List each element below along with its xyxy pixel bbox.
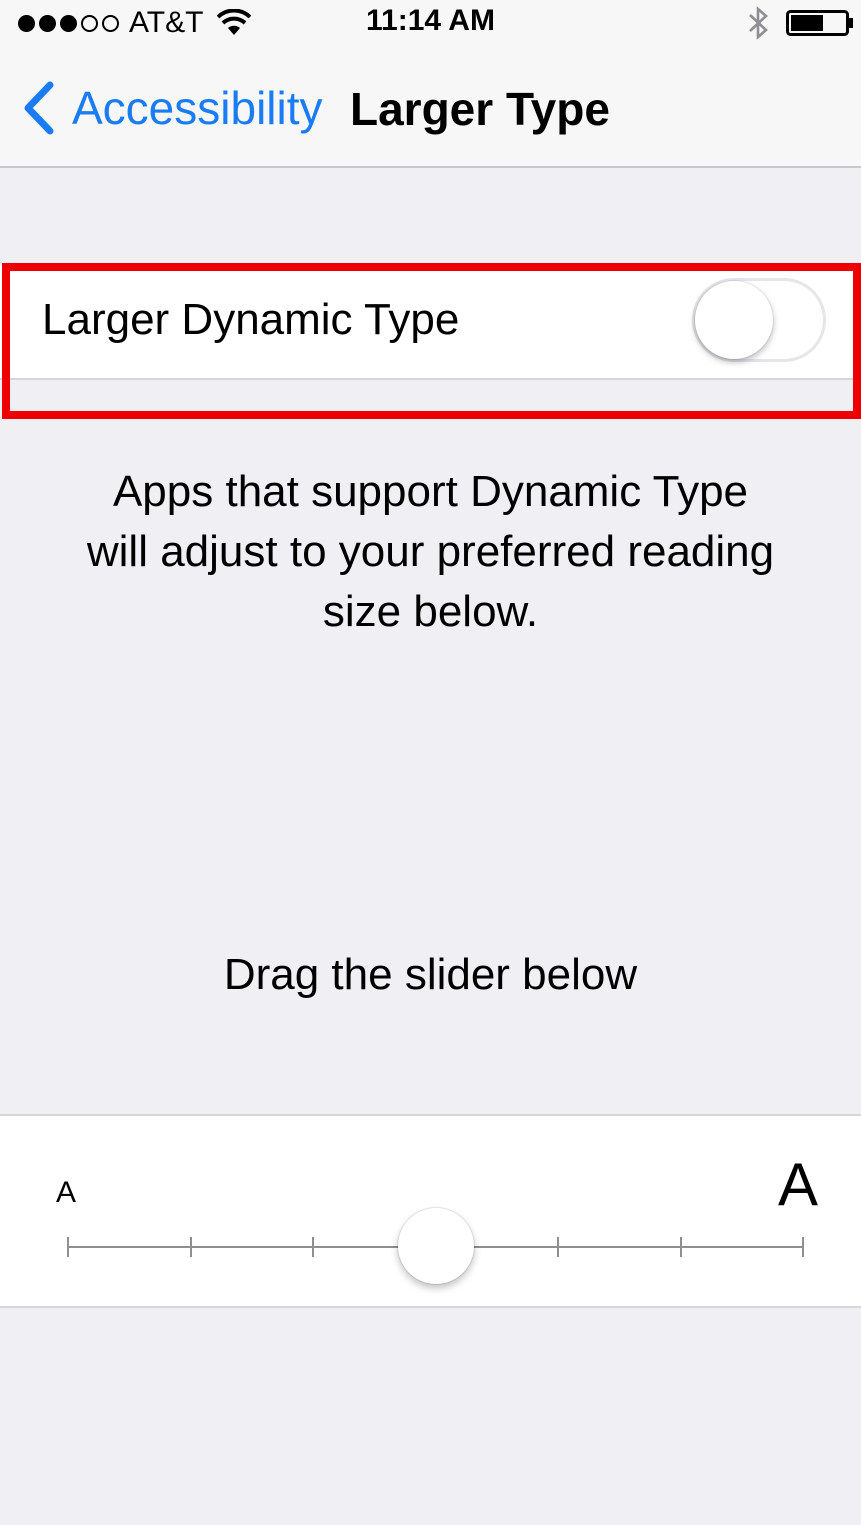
dynamic-type-description: Apps that support Dynamic Type will adju… bbox=[86, 467, 775, 636]
bluetooth-icon bbox=[749, 6, 768, 40]
larger-dynamic-type-label: Larger Dynamic Type bbox=[42, 295, 460, 344]
switch-knob bbox=[695, 281, 773, 359]
slider-tick bbox=[312, 1237, 314, 1257]
status-time: 11:14 AM bbox=[366, 4, 495, 37]
slider-tick bbox=[802, 1237, 804, 1257]
slider-hint: Drag the slider below bbox=[223, 950, 638, 999]
status-bar: AT&T 11:14 AM bbox=[0, 0, 861, 46]
chevron-left-icon bbox=[24, 81, 54, 135]
slider-thumb[interactable] bbox=[397, 1208, 474, 1284]
battery-icon bbox=[786, 10, 853, 36]
back-button[interactable]: Accessibility bbox=[20, 78, 323, 138]
slider-tick bbox=[679, 1237, 682, 1257]
small-text-label: A bbox=[56, 1176, 77, 1209]
back-label: Accessibility bbox=[72, 82, 323, 134]
page-title: Larger Type bbox=[350, 83, 610, 135]
larger-dynamic-type-switch[interactable] bbox=[692, 278, 826, 362]
slider-tick bbox=[67, 1237, 69, 1257]
slider-tick bbox=[189, 1237, 192, 1257]
text-size-slider-cell: A A bbox=[0, 1114, 861, 1308]
slider-tick bbox=[557, 1237, 559, 1257]
large-text-label: A bbox=[778, 1151, 819, 1218]
navigation-bar: Accessibility Larger Type bbox=[0, 46, 861, 168]
